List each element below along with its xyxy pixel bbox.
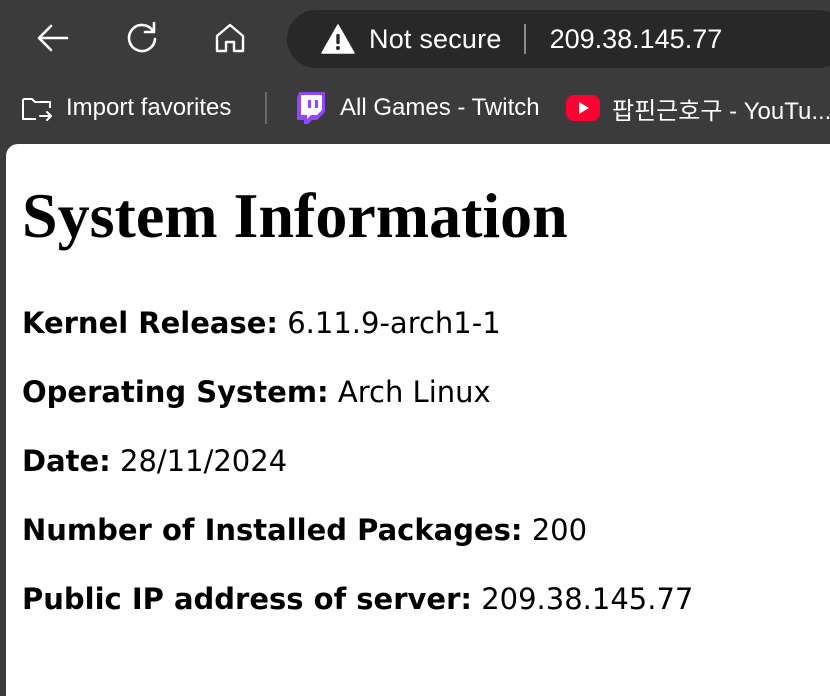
page-viewport: System Information Kernel Release: 6.11.… bbox=[6, 144, 830, 696]
favorite-label: Import favorites bbox=[66, 94, 232, 121]
browser-toolbar: Not secure 209.38.145.77 bbox=[0, 0, 830, 76]
field-label: Public IP address of server: bbox=[22, 582, 472, 616]
field-label: Operating System: bbox=[22, 375, 329, 409]
favorites-bar: Import favorites All Games - Twitch 팝핀근호… bbox=[0, 76, 830, 140]
date-line: Date: 28/11/2024 bbox=[22, 447, 287, 476]
home-button[interactable] bbox=[206, 14, 254, 62]
reload-icon bbox=[127, 21, 157, 53]
field-label: Date: bbox=[22, 444, 111, 478]
url-text[interactable]: 209.38.145.77 bbox=[550, 24, 723, 55]
address-bar[interactable]: Not secure 209.38.145.77 bbox=[287, 10, 830, 68]
twitch-icon bbox=[297, 92, 325, 124]
field-label: Kernel Release: bbox=[22, 306, 278, 340]
field-value: 200 bbox=[531, 513, 588, 547]
page-content: System Information bbox=[6, 144, 830, 248]
kernel-release-line: Kernel Release: 6.11.9-arch1-1 bbox=[22, 309, 501, 338]
youtube-icon bbox=[566, 95, 600, 121]
field-value: Arch Linux bbox=[337, 375, 491, 409]
browser-window: Not secure 209.38.145.77 Import favorite… bbox=[0, 0, 830, 696]
reload-button[interactable] bbox=[118, 14, 166, 62]
field-value: 28/11/2024 bbox=[120, 444, 288, 478]
home-icon bbox=[215, 23, 245, 53]
import-favorites-icon bbox=[22, 98, 52, 121]
favorite-import-favorites[interactable]: Import favorites bbox=[20, 88, 231, 128]
back-arrow-icon bbox=[37, 24, 69, 52]
operating-system-line: Operating System: Arch Linux bbox=[22, 378, 491, 407]
installed-packages-line: Number of Installed Packages: 200 bbox=[22, 516, 587, 545]
page-title: System Information bbox=[22, 180, 568, 251]
site-security-indicator[interactable]: Not secure bbox=[321, 10, 502, 68]
public-ip-line: Public IP address of server: 209.38.145.… bbox=[22, 585, 693, 614]
favorites-divider bbox=[265, 92, 267, 124]
address-bar-divider bbox=[523, 24, 526, 54]
favorite-label: All Games - Twitch bbox=[340, 94, 540, 121]
favorite-label: 팝핀근호구 - YouTu... bbox=[612, 97, 830, 125]
security-status-label: Not secure bbox=[369, 23, 502, 54]
field-value: 209.38.145.77 bbox=[481, 582, 694, 616]
favorite-twitch[interactable]: All Games - Twitch bbox=[296, 88, 540, 128]
favorite-youtube[interactable]: 팝핀근호구 - YouTu... bbox=[566, 88, 830, 128]
field-value: 6.11.9-arch1-1 bbox=[287, 306, 501, 340]
warning-icon bbox=[321, 24, 355, 54]
back-button[interactable] bbox=[29, 14, 77, 62]
field-label: Number of Installed Packages: bbox=[22, 513, 523, 547]
